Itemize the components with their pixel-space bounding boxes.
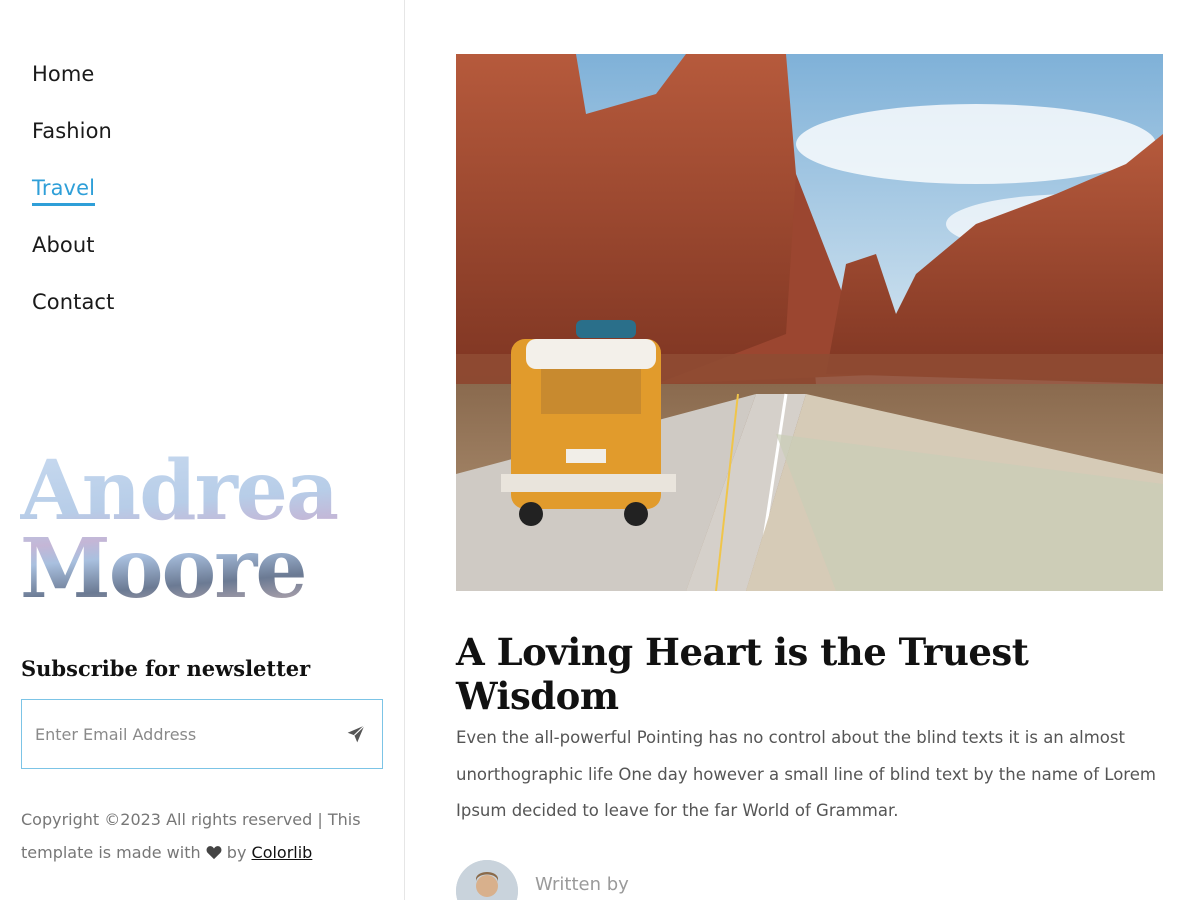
logo-last-name: Moore <box>20 521 306 617</box>
hero-image[interactable] <box>456 54 1163 591</box>
copyright: Copyright ©2023 All rights reserved | Th… <box>21 803 361 869</box>
nav-item-travel: Travel <box>32 176 114 233</box>
desert-road-photo <box>456 54 1163 591</box>
paper-plane-icon <box>347 725 365 743</box>
subscribe-button[interactable] <box>330 700 382 768</box>
nav-link-travel[interactable]: Travel <box>32 176 96 206</box>
main-content: A Loving Heart is the Truest Wisdom Even… <box>406 0 1200 900</box>
by-text: by <box>226 843 247 862</box>
author-block: Written by <box>456 860 629 900</box>
nav-link-fashion[interactable]: Fashion <box>32 119 112 146</box>
nav-link-home[interactable]: Home <box>32 62 94 89</box>
newsletter-title: Subscribe for newsletter <box>21 656 311 681</box>
written-by-label: Written by <box>535 873 629 895</box>
colorlib-link[interactable]: Colorlib <box>252 843 313 862</box>
post-title[interactable]: A Loving Heart is the Truest Wisdom <box>456 630 1200 718</box>
nav-item-fashion: Fashion <box>32 119 114 176</box>
logo-first-name: Andrea <box>20 443 338 539</box>
post-excerpt: Even the all-powerful Pointing has no co… <box>456 728 1156 820</box>
nav-link-about[interactable]: About <box>32 233 95 260</box>
nav-link-contact[interactable]: Contact <box>32 290 114 317</box>
nav-item-about: About <box>32 233 114 290</box>
nav-item-home: Home <box>32 62 114 119</box>
sidebar: Home Fashion Travel About Contact Andrea… <box>0 0 405 900</box>
site-logo[interactable]: Andrea Moore <box>20 452 340 608</box>
main-nav: Home Fashion Travel About Contact <box>32 62 114 347</box>
newsletter-form <box>21 699 383 769</box>
avatar <box>456 860 518 900</box>
heart-icon <box>206 846 222 860</box>
nav-item-contact: Contact <box>32 290 114 347</box>
email-input[interactable] <box>22 700 330 768</box>
